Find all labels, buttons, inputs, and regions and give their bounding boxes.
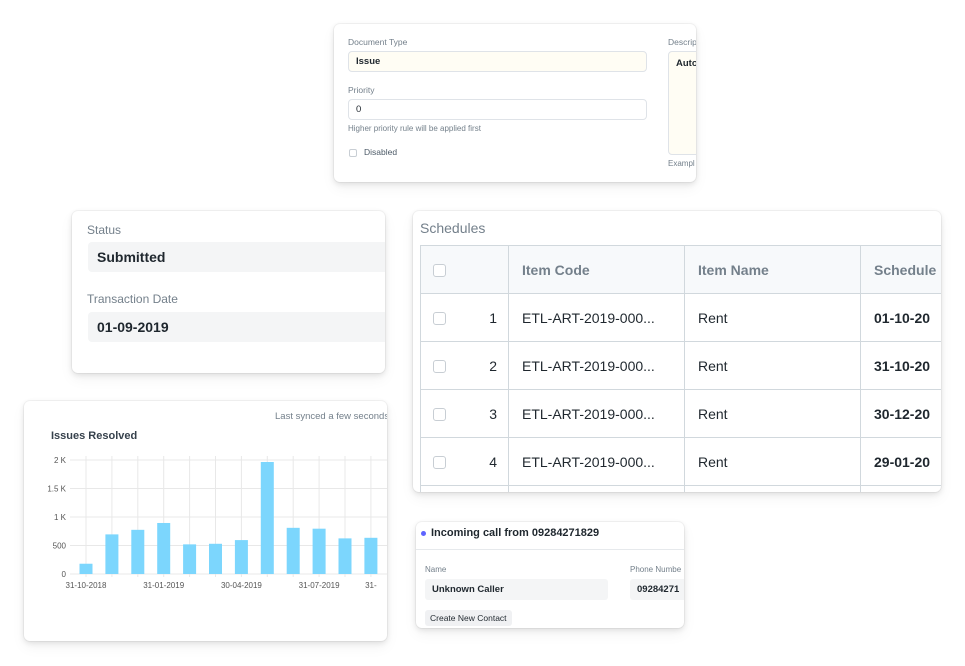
call-popup-title: Incoming call from 09284271829 (431, 527, 600, 539)
table-row[interactable]: 2 ETL-ART-2019-000... Rent 31-10-20 (420, 341, 941, 390)
table-row[interactable]: 3 ETL-ART-2019-000... Rent 30-12-20 (420, 389, 941, 438)
bar (79, 563, 93, 574)
y-tick-label: 0 (62, 570, 67, 579)
column-header-schedule-date[interactable]: Schedule (860, 245, 941, 294)
schedules-title: Schedules (420, 220, 486, 236)
bar (183, 544, 197, 574)
priority-label: Priority (348, 85, 375, 95)
bar (364, 537, 378, 574)
row-index-cell: 3 (420, 389, 509, 438)
row-number: 4 (489, 453, 497, 470)
bar (209, 543, 222, 574)
column-header-item-name[interactable]: Item Name (684, 245, 861, 294)
call-popup-header: Incoming call from 09284271829 (416, 522, 684, 550)
issues-resolved-chart-card: Last synced a few seconds Issues Resolve… (24, 401, 387, 641)
priority-field[interactable]: 0 (348, 99, 647, 120)
schedule-date-cell[interactable]: 31-10-20 (860, 341, 941, 390)
schedules-table: Item Code Item Name Schedule 1 ETL-ART-2… (420, 245, 941, 492)
call-indicator-dot-icon (421, 531, 426, 536)
x-tick-label: 30-04-2019 (221, 581, 262, 590)
row-number: 3 (489, 405, 497, 422)
item-code-cell[interactable]: ETL-ART-2019-000... (508, 341, 685, 390)
schedules-card: Schedules Item Code Item Name Schedule 1… (413, 211, 941, 492)
description-textarea[interactable]: Auto (668, 51, 696, 155)
partial-cell (860, 485, 941, 492)
bar (105, 534, 119, 574)
partial-cell (508, 485, 685, 492)
row-checkbox[interactable] (433, 456, 446, 470)
partial-cell (420, 485, 509, 492)
item-name-cell[interactable]: Rent (684, 437, 861, 486)
disabled-checkbox[interactable] (349, 149, 357, 157)
priority-help-text: Higher priority rule will be applied fir… (348, 124, 481, 133)
partial-cell (684, 485, 861, 492)
x-tick-label: 31- (365, 581, 377, 590)
bar (312, 528, 326, 574)
y-tick-label: 500 (53, 542, 67, 551)
phone-number-label: Phone Numbe (630, 565, 682, 574)
caller-name-value: Unknown Caller (425, 579, 608, 600)
document-type-field[interactable]: Issue (348, 51, 647, 72)
select-all-header[interactable] (420, 245, 509, 294)
row-number: 2 (489, 357, 497, 374)
disabled-label: Disabled (364, 147, 398, 157)
status-label: Status (87, 223, 122, 237)
incoming-call-popup: Incoming call from 09284271829 Name Unkn… (416, 522, 684, 628)
bar (157, 522, 171, 574)
table-row[interactable]: 4 ETL-ART-2019-000... Rent 29-01-20 (420, 437, 941, 486)
row-index-cell: 4 (420, 437, 509, 486)
status-card: Status Submitted Transaction Date 01-09-… (72, 211, 385, 373)
bar (286, 527, 300, 574)
assignment-rule-form-card: Document Type Issue Priority 0 Higher pr… (334, 24, 696, 182)
document-type-label: Document Type (348, 37, 408, 47)
select-all-checkbox[interactable] (433, 264, 446, 278)
description-label: Descrip (668, 37, 696, 47)
row-index-cell: 2 (420, 341, 509, 390)
schedule-date-cell[interactable]: 01-10-20 (860, 293, 941, 342)
transaction-date-value: 01-09-2019 (88, 312, 385, 342)
create-new-contact-button[interactable]: Create New Contact (425, 610, 512, 626)
bar-chart: 0 500 1 K 1.5 K 2 K 31-10-2018 31-01-2019 30-04… (47, 456, 387, 590)
schedule-date-cell[interactable]: 29-01-20 (860, 437, 941, 486)
phone-number-value: 09284271 (630, 579, 684, 600)
y-tick-label: 2 K (54, 456, 67, 465)
status-value: Submitted (88, 242, 385, 272)
bar (131, 529, 145, 574)
x-tick-label: 31-07-2019 (299, 581, 340, 590)
row-number: 1 (489, 309, 497, 326)
item-code-cell[interactable]: ETL-ART-2019-000... (508, 437, 685, 486)
y-tick-label: 1.5 K (47, 485, 66, 494)
row-index-cell: 1 (420, 293, 509, 342)
bar (260, 461, 274, 574)
schedule-date-cell[interactable]: 30-12-20 (860, 389, 941, 438)
description-help-text: Exampl (668, 159, 695, 168)
table-row-partial (420, 485, 941, 492)
y-tick-label: 1 K (54, 513, 67, 522)
table-header-row: Item Code Item Name Schedule (420, 245, 941, 294)
item-name-cell[interactable]: Rent (684, 341, 861, 390)
item-name-cell[interactable]: Rent (684, 293, 861, 342)
x-tick-label: 31-01-2019 (143, 581, 184, 590)
row-checkbox[interactable] (433, 408, 446, 422)
bar (338, 538, 352, 574)
item-code-cell[interactable]: ETL-ART-2019-000... (508, 293, 685, 342)
row-checkbox[interactable] (433, 312, 446, 326)
item-name-cell[interactable]: Rent (684, 389, 861, 438)
transaction-date-label: Transaction Date (87, 292, 178, 306)
bar (234, 540, 248, 574)
item-code-cell[interactable]: ETL-ART-2019-000... (508, 389, 685, 438)
column-header-item-code[interactable]: Item Code (508, 245, 685, 294)
row-checkbox[interactable] (433, 360, 446, 374)
caller-name-label: Name (425, 565, 447, 574)
x-tick-label: 31-10-2018 (66, 581, 107, 590)
table-row[interactable]: 1 ETL-ART-2019-000... Rent 01-10-20 (420, 293, 941, 342)
